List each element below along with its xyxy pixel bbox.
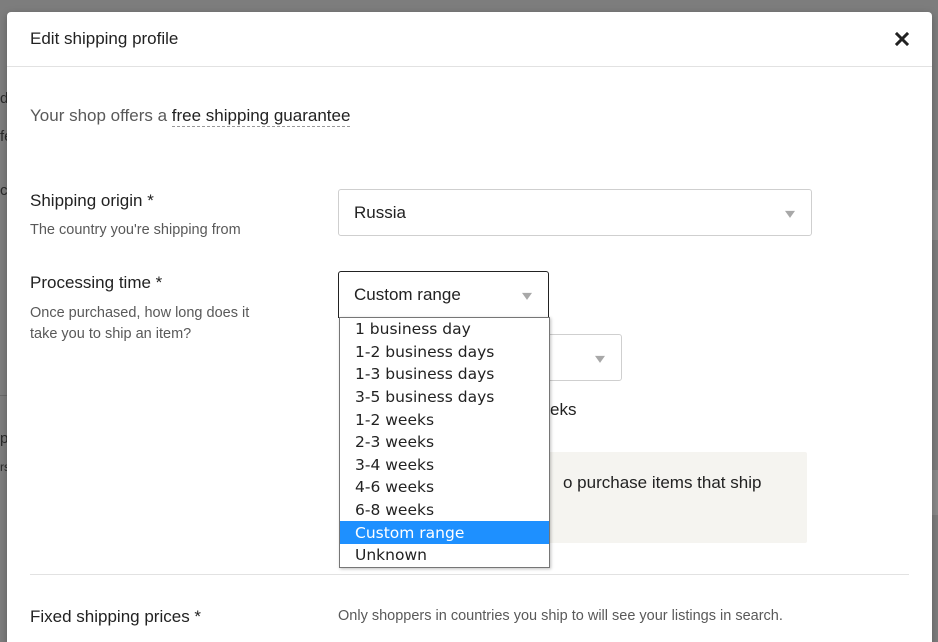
modal-header: Edit shipping profile [7, 12, 932, 67]
info-box-text: o purchase items that ship [563, 473, 762, 492]
chevron-down-icon [595, 355, 605, 363]
edit-shipping-profile-modal: Edit shipping profile Your shop offers a… [7, 12, 932, 642]
processing-time-select[interactable]: Custom range [338, 271, 549, 318]
chevron-down-icon [522, 292, 532, 300]
fixed-shipping-help: Only shoppers in countries you ship to w… [338, 608, 783, 624]
close-icon[interactable] [891, 28, 913, 50]
processing-option[interactable]: 1-2 weeks [340, 408, 549, 431]
processing-time-label: Processing time * [30, 273, 163, 292]
processing-option[interactable]: 6-8 weeks [340, 499, 549, 522]
shipping-origin-value: Russia [354, 202, 406, 222]
processing-option[interactable]: 1 business day [340, 318, 549, 341]
processing-time-help-line2: take you to ship an item? [30, 326, 192, 342]
guarantee-notice: Your shop offers a free shipping guarant… [30, 106, 351, 127]
processing-time-help: Once purchased, how long does it take yo… [30, 303, 249, 345]
shipping-origin-select[interactable]: Russia [338, 189, 812, 236]
free-shipping-guarantee-link[interactable]: free shipping guarantee [171, 106, 351, 127]
processing-time-value: Custom range [354, 284, 461, 304]
shipping-origin-label: Shipping origin * [30, 191, 154, 210]
processing-option[interactable]: 1-3 business days [340, 363, 549, 386]
processing-option[interactable]: 3-5 business days [340, 386, 549, 409]
modal-title: Edit shipping profile [30, 29, 179, 48]
processing-option[interactable]: 4-6 weeks [340, 476, 549, 499]
info-box: o purchase items that ship [537, 452, 807, 543]
section-divider [30, 574, 909, 575]
bg-divider [0, 395, 7, 396]
processing-option[interactable]: 3-4 weeks [340, 454, 549, 477]
fixed-shipping-label: Fixed shipping prices * [30, 607, 202, 626]
bg-strip [932, 190, 938, 240]
shipping-origin-help: The country you're shipping from [30, 222, 241, 238]
processing-option[interactable]: 1-2 business days [340, 341, 549, 364]
processing-time-help-line1: Once purchased, how long does it [30, 305, 250, 321]
chevron-down-icon [785, 210, 795, 218]
weeks-label: eks [550, 400, 577, 419]
processing-option[interactable]: Unknown [340, 544, 549, 567]
guarantee-prefix: Your shop offers a [30, 106, 172, 125]
bg-strip [932, 470, 938, 515]
processing-option[interactable]: 2-3 weeks [340, 431, 549, 454]
processing-option-selected[interactable]: Custom range [340, 521, 549, 544]
processing-time-dropdown: 1 business day 1-2 business days 1-3 bus… [339, 317, 550, 568]
